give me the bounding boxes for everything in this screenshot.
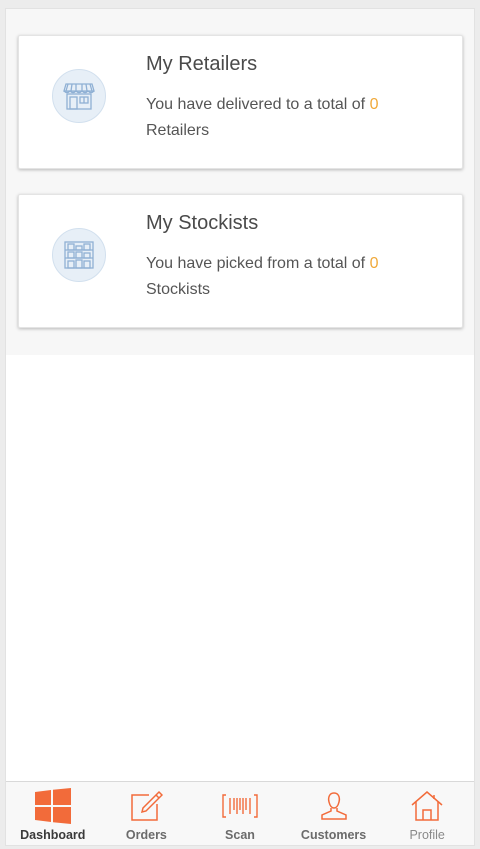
description-suffix: Stockists — [146, 281, 211, 298]
barcode-icon — [220, 788, 260, 824]
description-text: You have picked from a total of — [146, 255, 366, 272]
app-screen: My Retailers You have delivered to a tot… — [5, 8, 475, 846]
edit-note-icon — [126, 788, 166, 824]
warehouse-shelves-icon — [52, 228, 106, 282]
tab-orders[interactable]: Orders — [100, 782, 194, 845]
home-icon — [407, 788, 447, 824]
dashboard-content: My Retailers You have delivered to a tot… — [6, 9, 474, 355]
store-icon — [52, 69, 106, 123]
windows-tiles-icon — [33, 788, 73, 824]
stockists-count: 0 — [369, 255, 379, 272]
my-stockists-card[interactable]: My Stockists You have picked from a tota… — [18, 194, 463, 328]
tab-label: Profile — [409, 828, 445, 842]
person-icon — [314, 788, 354, 824]
description-text: You have delivered to a total of — [146, 96, 366, 113]
card-title: My Stockists — [146, 212, 259, 234]
tab-profile[interactable]: Profile — [380, 782, 474, 845]
tab-label: Scan — [225, 828, 255, 842]
tab-label: Dashboard — [20, 828, 86, 842]
bottom-tab-bar: Dashboard Orders Scan Customers Profile — [6, 781, 474, 845]
card-description: You have delivered to a total of 0 Retail… — [146, 92, 446, 144]
tab-customers[interactable]: Customers — [287, 782, 381, 845]
tab-label: Customers — [300, 828, 367, 842]
tab-scan[interactable]: Scan — [193, 782, 287, 845]
retailers-count: 0 — [369, 96, 379, 113]
card-title: My Retailers — [146, 53, 258, 75]
tab-label: Orders — [125, 828, 167, 842]
card-description: You have picked from a total of 0 Stockis… — [146, 251, 446, 303]
my-retailers-card[interactable]: My Retailers You have delivered to a tot… — [18, 35, 463, 169]
description-suffix: Retailers — [146, 122, 210, 139]
tab-dashboard[interactable]: Dashboard — [6, 782, 100, 845]
